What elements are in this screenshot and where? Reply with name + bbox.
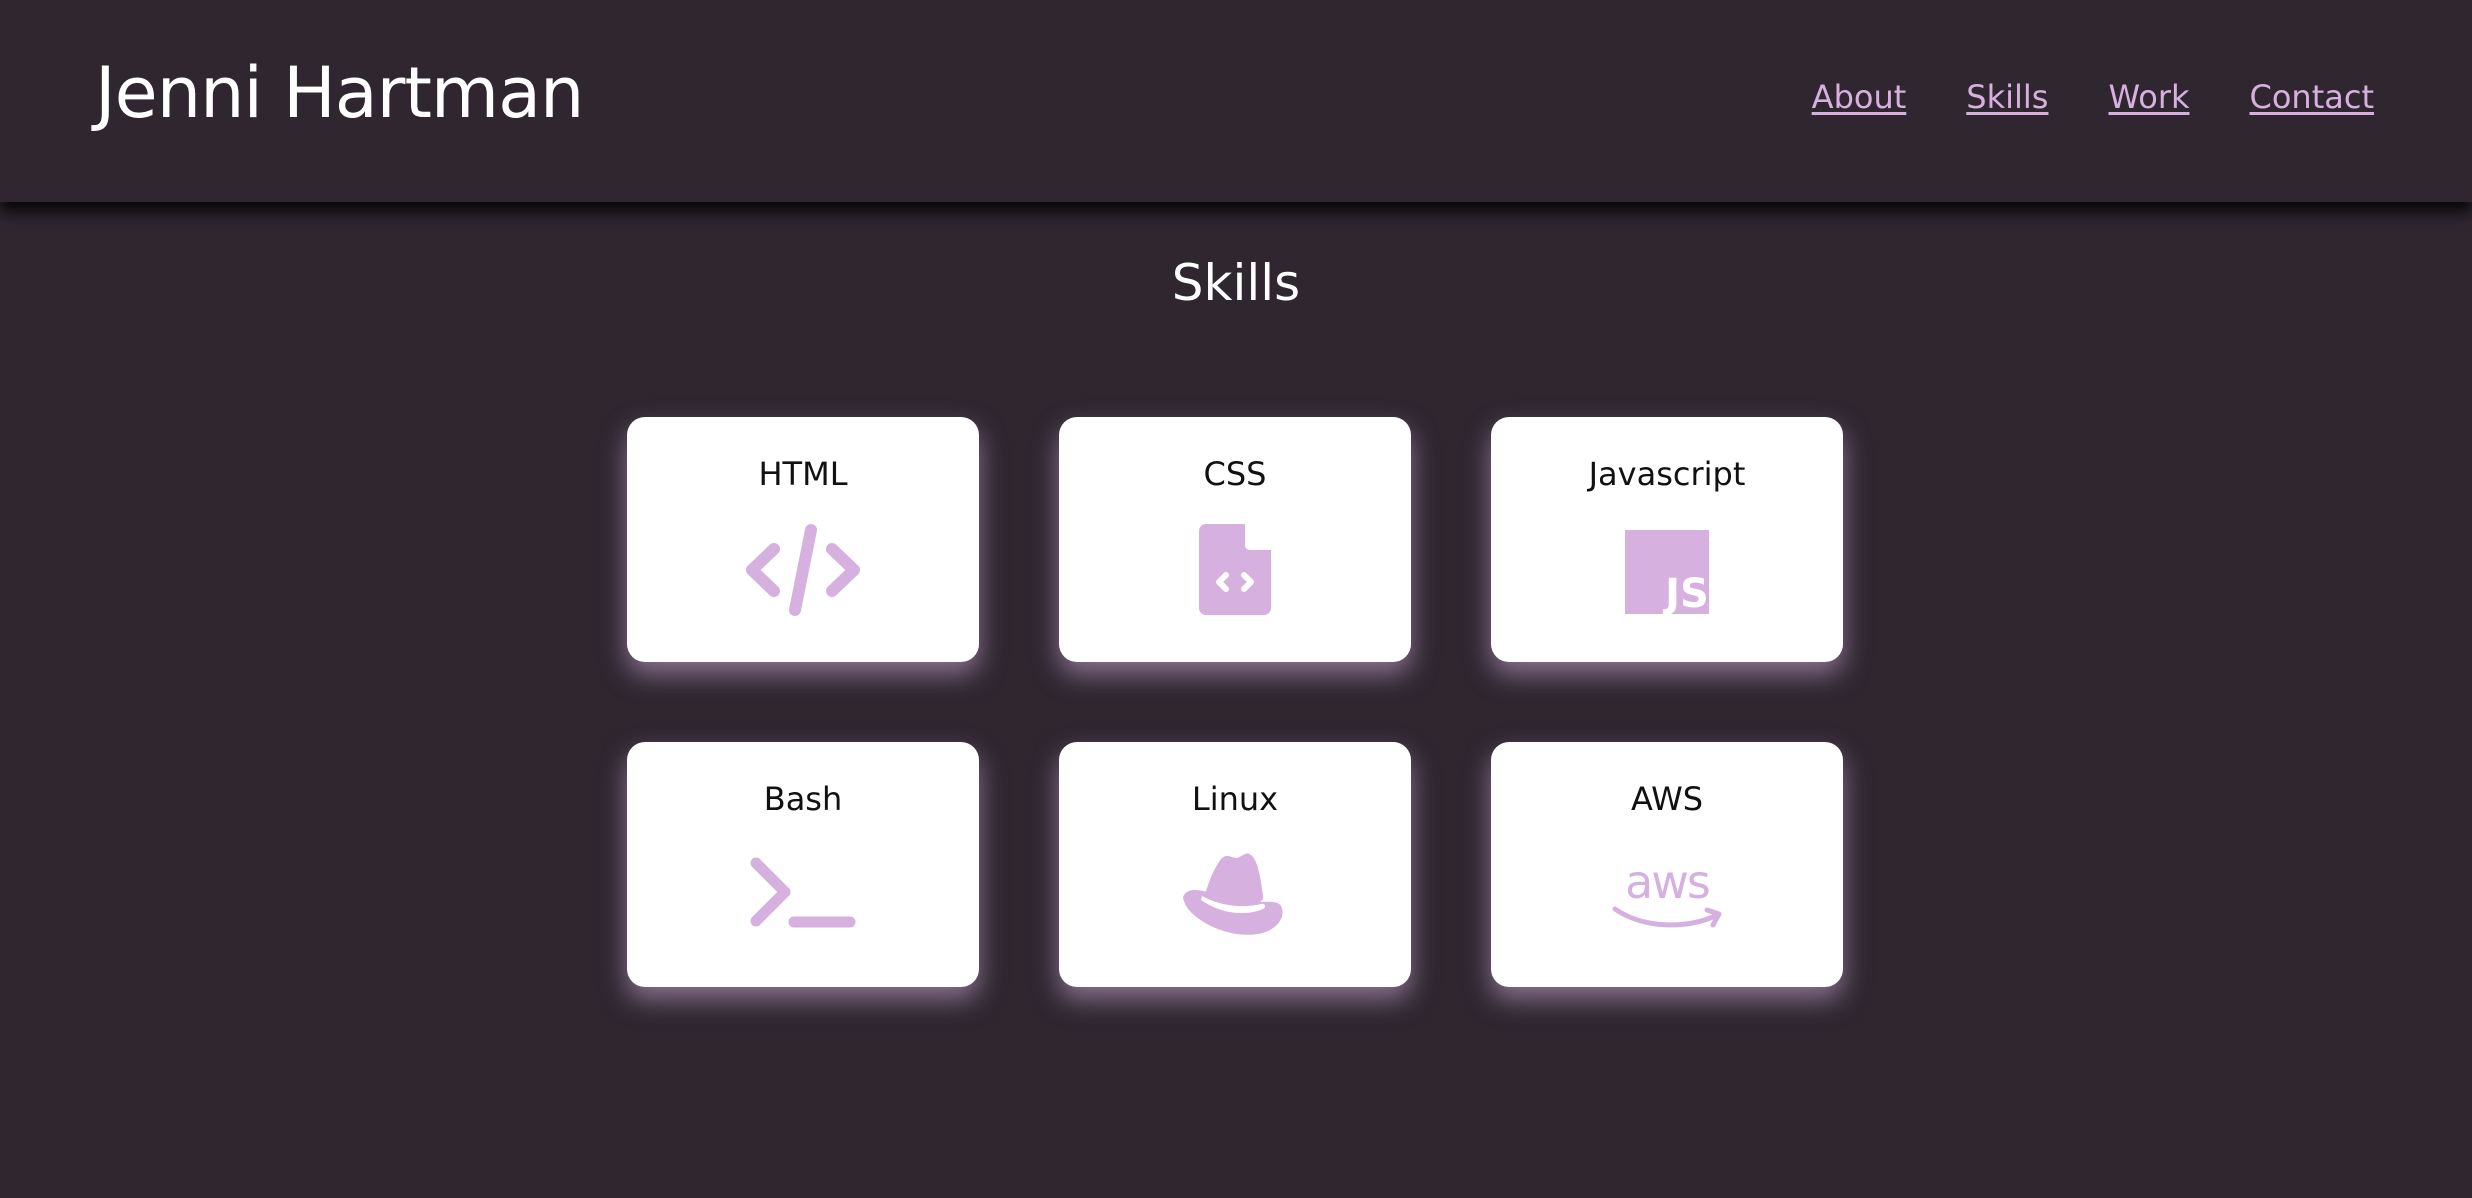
skill-card-linux: Linux xyxy=(1059,742,1411,987)
js-icon: JS xyxy=(1607,517,1727,625)
skills-heading: Skills xyxy=(1171,254,1301,312)
skill-card-label: CSS xyxy=(1203,455,1267,493)
skills-grid: HTML CSS Javascript JS Bash Linux AWS aw… xyxy=(627,417,1843,987)
skill-card-css: CSS xyxy=(1059,417,1411,662)
aws-icon: aws xyxy=(1607,842,1727,950)
skill-card-label: Linux xyxy=(1191,780,1279,818)
skill-card-bash: Bash xyxy=(627,742,979,987)
site-header: Jenni Hartman About Skills Work Contact xyxy=(0,0,2472,202)
svg-text:aws: aws xyxy=(1625,855,1709,909)
code-file-icon xyxy=(1175,517,1295,625)
code-icon xyxy=(743,517,863,625)
nav-link-skills[interactable]: Skills xyxy=(1966,78,2048,116)
redhat-icon xyxy=(1175,842,1295,950)
site-title: Jenni Hartman xyxy=(95,52,584,134)
nav-link-contact[interactable]: Contact xyxy=(2250,78,2375,116)
nav-link-about[interactable]: About xyxy=(1812,78,1907,116)
terminal-icon xyxy=(743,842,863,950)
skill-card-javascript: Javascript JS xyxy=(1491,417,1843,662)
skill-card-label: HTML xyxy=(758,455,848,493)
nav-link-work[interactable]: Work xyxy=(2108,78,2189,116)
skill-card-label: AWS xyxy=(1630,780,1704,818)
skill-card-aws: AWS aws xyxy=(1491,742,1843,987)
skill-card-label: Bash xyxy=(763,780,843,818)
svg-text:JS: JS xyxy=(1662,571,1709,617)
skill-card-html: HTML xyxy=(627,417,979,662)
skill-card-label: Javascript xyxy=(1588,455,1746,493)
main-nav: About Skills Work Contact xyxy=(1812,78,2374,116)
